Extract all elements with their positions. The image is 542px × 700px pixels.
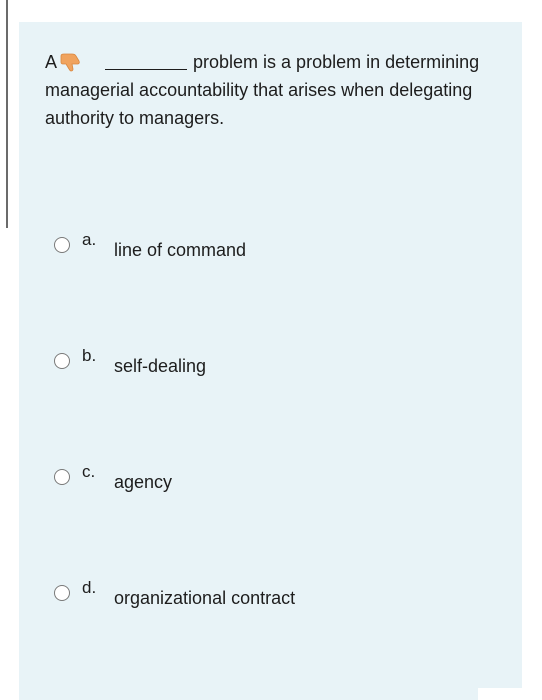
page-left-rule	[6, 0, 8, 228]
thumbs-down-icon	[59, 52, 81, 72]
question-card: A problem is a problem in determining ma…	[19, 22, 522, 700]
corner-tab	[478, 688, 542, 700]
radio-button-d[interactable]	[54, 585, 70, 601]
question-prefix: A	[45, 52, 58, 72]
option-label[interactable]: self-dealing	[114, 356, 206, 377]
answer-blank	[105, 55, 188, 70]
question-line1: problem is a problem in determining	[193, 52, 480, 72]
option-letter: c.	[82, 462, 96, 481]
question-text: A problem is a problem in determining ma…	[45, 48, 495, 132]
question-body: managerial accountability that arises wh…	[45, 80, 473, 128]
option-letter: d.	[82, 578, 97, 597]
radio-button-c[interactable]	[54, 469, 70, 485]
radio-button-a[interactable]	[54, 237, 70, 253]
option-label[interactable]: agency	[114, 472, 172, 493]
question-first-line: A problem is a problem in determining	[45, 48, 495, 76]
option-label[interactable]: organizational contract	[114, 588, 295, 609]
option-letter: a.	[82, 230, 97, 249]
radio-button-b[interactable]	[54, 353, 70, 369]
option-letter: b.	[82, 346, 97, 365]
option-label[interactable]: line of command	[114, 240, 246, 261]
